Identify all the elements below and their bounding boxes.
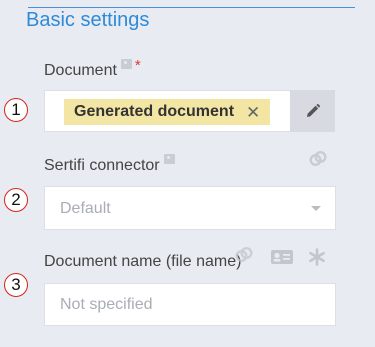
document-tag: Generated document ✕	[64, 99, 271, 125]
link-chain-icon[interactable]	[308, 150, 328, 168]
link-chain-icon[interactable]	[234, 246, 254, 264]
connector-field-label-row: Sertifi connector	[44, 154, 175, 175]
document-label: Document	[44, 62, 117, 79]
document-tag-label: Generated document	[74, 103, 235, 120]
address-card-icon[interactable]	[270, 248, 296, 266]
required-asterisk: *	[134, 57, 141, 74]
remove-tag-icon[interactable]: ✕	[246, 104, 260, 121]
connector-placeholder: Default	[60, 200, 111, 217]
asterisk-icon[interactable]	[308, 248, 326, 266]
section-divider	[28, 7, 355, 8]
pencil-icon	[306, 103, 320, 117]
section-title: Basic settings	[26, 9, 150, 31]
document-name-input[interactable]: Not specified	[44, 283, 336, 326]
document-name-label: Document name (file name)	[44, 253, 242, 270]
document-name-placeholder: Not specified	[60, 296, 153, 313]
callout-marker-3: 3	[4, 273, 28, 297]
connector-label: Sertifi connector	[44, 157, 160, 174]
callout-marker-1: 1	[4, 98, 28, 122]
info-icon	[163, 154, 175, 164]
callout-marker-2: 2	[4, 188, 28, 212]
document-field-label-row: Document *	[44, 57, 141, 80]
chevron-down-icon	[311, 206, 321, 211]
info-icon	[120, 59, 132, 69]
document-select-field[interactable]: Generated document ✕	[44, 90, 291, 132]
connector-select[interactable]: Default	[44, 186, 336, 230]
edit-document-button[interactable]	[290, 90, 335, 132]
